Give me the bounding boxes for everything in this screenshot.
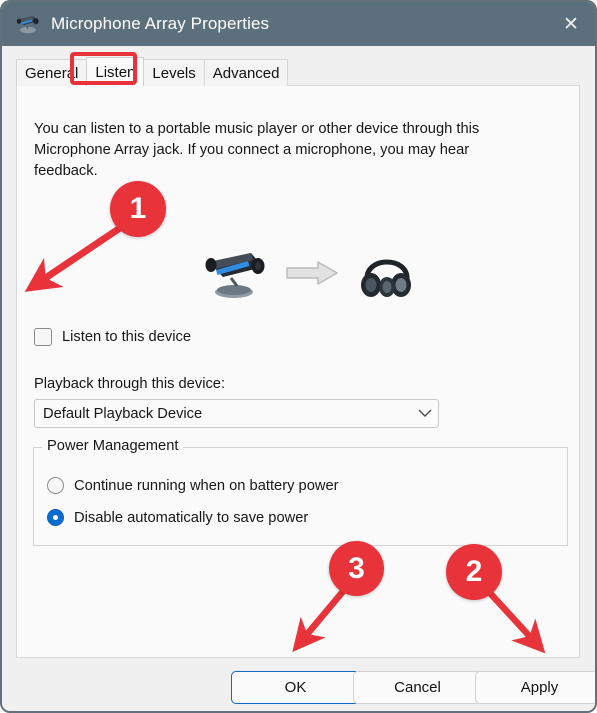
tab-levels-label: Levels — [152, 64, 196, 82]
playback-device-value: Default Playback Device — [43, 405, 203, 422]
power-management-legend: Power Management — [42, 438, 184, 454]
window-title: Microphone Array Properties — [51, 14, 270, 33]
power-management-group — [33, 447, 568, 546]
radio-disable-automatically-row[interactable]: Disable automatically to save power — [47, 509, 308, 526]
ok-button[interactable]: OK — [231, 671, 360, 704]
listen-to-this-device-checkbox[interactable] — [34, 328, 52, 346]
chevron-down-icon — [412, 409, 438, 418]
dialog-client-area: General Listen Levels Advanced You can l… — [2, 46, 595, 711]
panel-description: You can listen to a portable music playe… — [34, 121, 480, 179]
radio-continue-running[interactable] — [47, 477, 64, 494]
tab-strip: General Listen Levels Advanced — [16, 57, 289, 86]
window-titlebar: Microphone Array Properties ✕ — [2, 2, 595, 46]
right-arrow-icon — [286, 261, 338, 285]
tab-advanced[interactable]: Advanced — [203, 59, 289, 86]
headphones-icon — [361, 259, 411, 297]
device-illustration — [17, 240, 581, 306]
cancel-button[interactable]: Cancel — [353, 671, 482, 704]
listen-to-this-device-label: Listen to this device — [62, 329, 191, 345]
tab-listen[interactable]: Listen — [86, 57, 145, 86]
radio-continue-running-label: Continue running when on battery power — [74, 477, 339, 494]
apply-button[interactable]: Apply — [475, 671, 595, 704]
microphone-array-device-icon — [205, 253, 265, 298]
playback-device-label: Playback through this device: — [34, 376, 226, 392]
microphone-array-icon — [16, 16, 39, 34]
tab-advanced-label: Advanced — [212, 64, 280, 82]
tab-general-label: General — [25, 64, 79, 82]
properties-dialog-window: Microphone Array Properties ✕ General Li… — [0, 0, 597, 713]
radio-disable-automatically-label: Disable automatically to save power — [74, 509, 309, 526]
tab-listen-label: Listen — [95, 63, 136, 81]
playback-device-select[interactable]: Default Playback Device — [34, 399, 439, 428]
listen-to-this-device-row[interactable]: Listen to this device — [34, 328, 191, 346]
radio-continue-running-row[interactable]: Continue running when on battery power — [47, 477, 339, 494]
radio-disable-automatically[interactable] — [47, 509, 64, 526]
close-icon[interactable]: ✕ — [547, 2, 595, 46]
listen-tab-panel: You can listen to a portable music playe… — [16, 85, 580, 658]
tab-levels[interactable]: Levels — [143, 59, 205, 86]
tab-general[interactable]: General — [16, 59, 88, 86]
